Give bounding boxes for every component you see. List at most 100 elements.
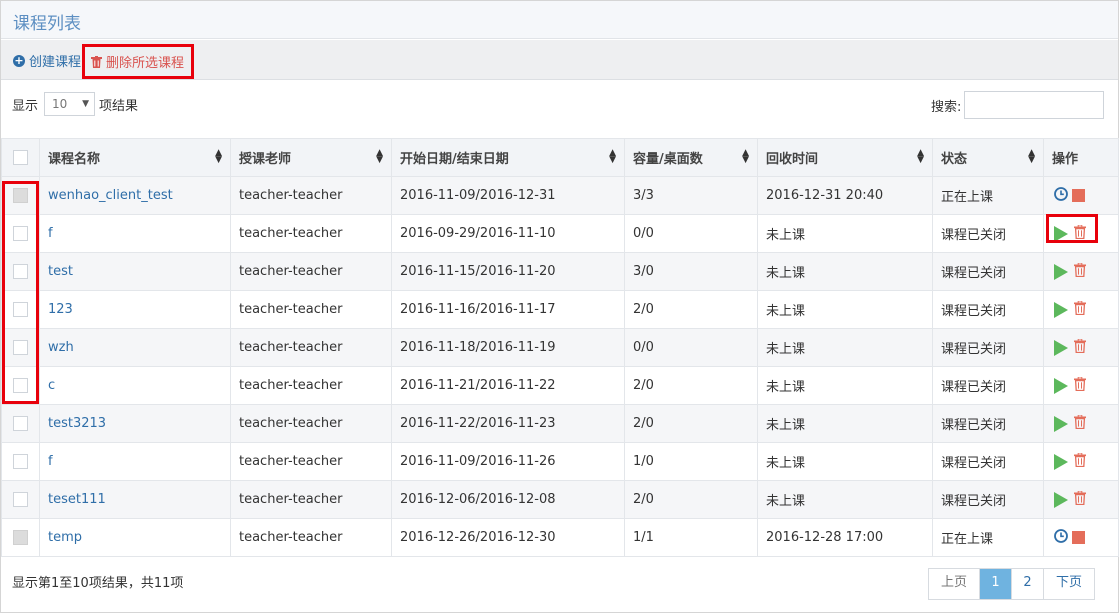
course-name-link[interactable]: wenhao_client_test bbox=[48, 188, 173, 203]
recycle-time-cell: 未上课 bbox=[757, 442, 933, 481]
course-name-link[interactable]: test bbox=[48, 264, 73, 279]
trash-icon[interactable] bbox=[1074, 490, 1086, 509]
row-checkbox[interactable] bbox=[13, 492, 28, 507]
course-name-cell: c bbox=[39, 366, 231, 405]
sort-icon: ▲ ▼ bbox=[609, 148, 616, 165]
search-input[interactable] bbox=[964, 91, 1104, 119]
column-header-label: 课程名称 bbox=[48, 152, 101, 167]
course-name-cell: teset111 bbox=[39, 480, 231, 519]
dates-cell: 2016-11-16/2016-11-17 bbox=[391, 290, 625, 329]
row-checkbox[interactable] bbox=[13, 302, 28, 317]
course-name-link[interactable]: teset111 bbox=[48, 492, 106, 507]
row-select-cell bbox=[1, 290, 40, 329]
recycle-time-cell: 2016-12-28 17:00 bbox=[757, 518, 933, 557]
stop-icon[interactable] bbox=[1072, 531, 1085, 544]
column-header[interactable]: 开始日期/结束日期 ▲ ▼ bbox=[391, 138, 625, 177]
course-name-link[interactable]: c bbox=[48, 378, 55, 393]
play-icon[interactable] bbox=[1054, 263, 1068, 280]
select-all-checkbox[interactable] bbox=[13, 150, 28, 165]
course-name-link[interactable]: f bbox=[48, 454, 53, 469]
row-select-cell bbox=[1, 176, 40, 215]
trash-icon[interactable] bbox=[1074, 224, 1086, 243]
status-cell: 正在上课 bbox=[932, 176, 1044, 215]
column-header-label: 开始日期/结束日期 bbox=[400, 152, 509, 167]
table-row: c teacher-teacher 2016-11-21/2016-11-22 2/0… bbox=[1, 366, 1119, 405]
column-header[interactable]: 容量/桌面数 ▲ ▼ bbox=[624, 138, 758, 177]
page-header: 课程列表 bbox=[1, 1, 1118, 39]
recycle-time-cell: 2016-12-31 20:40 bbox=[757, 176, 933, 215]
capacity-cell: 1/1 bbox=[624, 518, 758, 557]
show-suffix-label: 项结果 bbox=[99, 99, 139, 114]
trash-icon bbox=[91, 55, 102, 68]
status-cell: 课程已关闭 bbox=[932, 404, 1044, 443]
row-select-cell bbox=[1, 366, 40, 405]
course-name-link[interactable]: temp bbox=[48, 530, 82, 545]
page-button-2[interactable]: 2 bbox=[1012, 569, 1045, 599]
play-icon[interactable] bbox=[1054, 377, 1068, 394]
status-cell: 课程已关闭 bbox=[932, 214, 1044, 253]
trash-icon[interactable] bbox=[1074, 376, 1086, 395]
create-course-button[interactable]: + 创建课程 bbox=[13, 51, 81, 70]
teacher-cell: teacher-teacher bbox=[230, 214, 392, 253]
row-select-cell bbox=[1, 252, 40, 291]
row-checkbox[interactable] bbox=[13, 226, 28, 241]
trash-icon[interactable] bbox=[1074, 262, 1086, 281]
next-page-button[interactable]: 下页 bbox=[1044, 569, 1095, 599]
teacher-cell: teacher-teacher bbox=[230, 176, 392, 215]
status-cell: 课程已关闭 bbox=[932, 252, 1044, 291]
actions-cell bbox=[1043, 290, 1119, 329]
course-name-link[interactable]: 123 bbox=[48, 302, 73, 317]
clock-icon[interactable] bbox=[1054, 186, 1068, 205]
trash-icon[interactable] bbox=[1074, 414, 1086, 433]
column-header[interactable]: 授课老师 ▲ ▼ bbox=[230, 138, 392, 177]
sort-icon: ▲ ▼ bbox=[1028, 148, 1035, 165]
trash-icon[interactable] bbox=[1074, 338, 1086, 357]
table-controls: 显示 10 ▼ 项结果 搜索: bbox=[1, 82, 1118, 138]
status-cell: 正在上课 bbox=[932, 518, 1044, 557]
clock-icon[interactable] bbox=[1054, 528, 1068, 547]
actions-cell bbox=[1043, 328, 1119, 367]
column-header[interactable]: 回收时间 ▲ ▼ bbox=[757, 138, 933, 177]
page-button-1[interactable]: 1 bbox=[980, 569, 1013, 599]
stop-icon[interactable] bbox=[1072, 189, 1085, 202]
page-length-select[interactable]: 10 ▼ bbox=[44, 92, 95, 116]
dates-cell: 2016-11-18/2016-11-19 bbox=[391, 328, 625, 367]
row-checkbox bbox=[13, 188, 28, 203]
dates-cell: 2016-11-21/2016-11-22 bbox=[391, 366, 625, 405]
trash-icon[interactable] bbox=[1074, 300, 1086, 319]
row-checkbox[interactable] bbox=[13, 264, 28, 279]
row-checkbox[interactable] bbox=[13, 378, 28, 393]
page-title: 课程列表 bbox=[13, 14, 81, 34]
play-icon[interactable] bbox=[1054, 225, 1068, 242]
column-header-label: 状态 bbox=[941, 152, 968, 167]
row-checkbox[interactable] bbox=[13, 454, 28, 469]
table-row: 123 teacher-teacher 2016-11-16/2016-11-17 2… bbox=[1, 290, 1119, 329]
course-name-link[interactable]: test3213 bbox=[48, 416, 106, 431]
play-icon[interactable] bbox=[1054, 339, 1068, 356]
delete-selected-button[interactable]: 删除所选课程 bbox=[82, 44, 194, 79]
table-row: teset111 teacher-teacher 2016-12-06/2016-1… bbox=[1, 480, 1119, 519]
column-header[interactable]: 状态 ▲ ▼ bbox=[932, 138, 1044, 177]
status-cell: 课程已关闭 bbox=[932, 442, 1044, 481]
trash-icon[interactable] bbox=[1074, 452, 1086, 471]
play-icon[interactable] bbox=[1054, 453, 1068, 470]
pagination: 上页 1 2 下页 bbox=[928, 568, 1096, 600]
course-name-link[interactable]: f bbox=[48, 226, 53, 241]
table-row: wzh teacher-teacher 2016-11-18/2016-11-19 0… bbox=[1, 328, 1119, 367]
play-icon[interactable] bbox=[1054, 491, 1068, 508]
actions-cell bbox=[1043, 480, 1119, 519]
actions-cell bbox=[1043, 176, 1119, 215]
row-checkbox[interactable] bbox=[13, 416, 28, 431]
play-icon[interactable] bbox=[1054, 415, 1068, 432]
row-checkbox[interactable] bbox=[13, 340, 28, 355]
recycle-time-cell: 未上课 bbox=[757, 480, 933, 519]
play-icon[interactable] bbox=[1054, 301, 1068, 318]
show-label: 显示 bbox=[12, 99, 39, 114]
column-header-label: 授课老师 bbox=[239, 152, 292, 167]
column-header[interactable]: 课程名称 ▲ ▼ bbox=[39, 138, 231, 177]
row-select-cell bbox=[1, 480, 40, 519]
column-header-label: 回收时间 bbox=[766, 152, 819, 167]
course-name-link[interactable]: wzh bbox=[48, 340, 74, 355]
recycle-time-cell: 未上课 bbox=[757, 404, 933, 443]
prev-page-button[interactable]: 上页 bbox=[929, 569, 981, 599]
